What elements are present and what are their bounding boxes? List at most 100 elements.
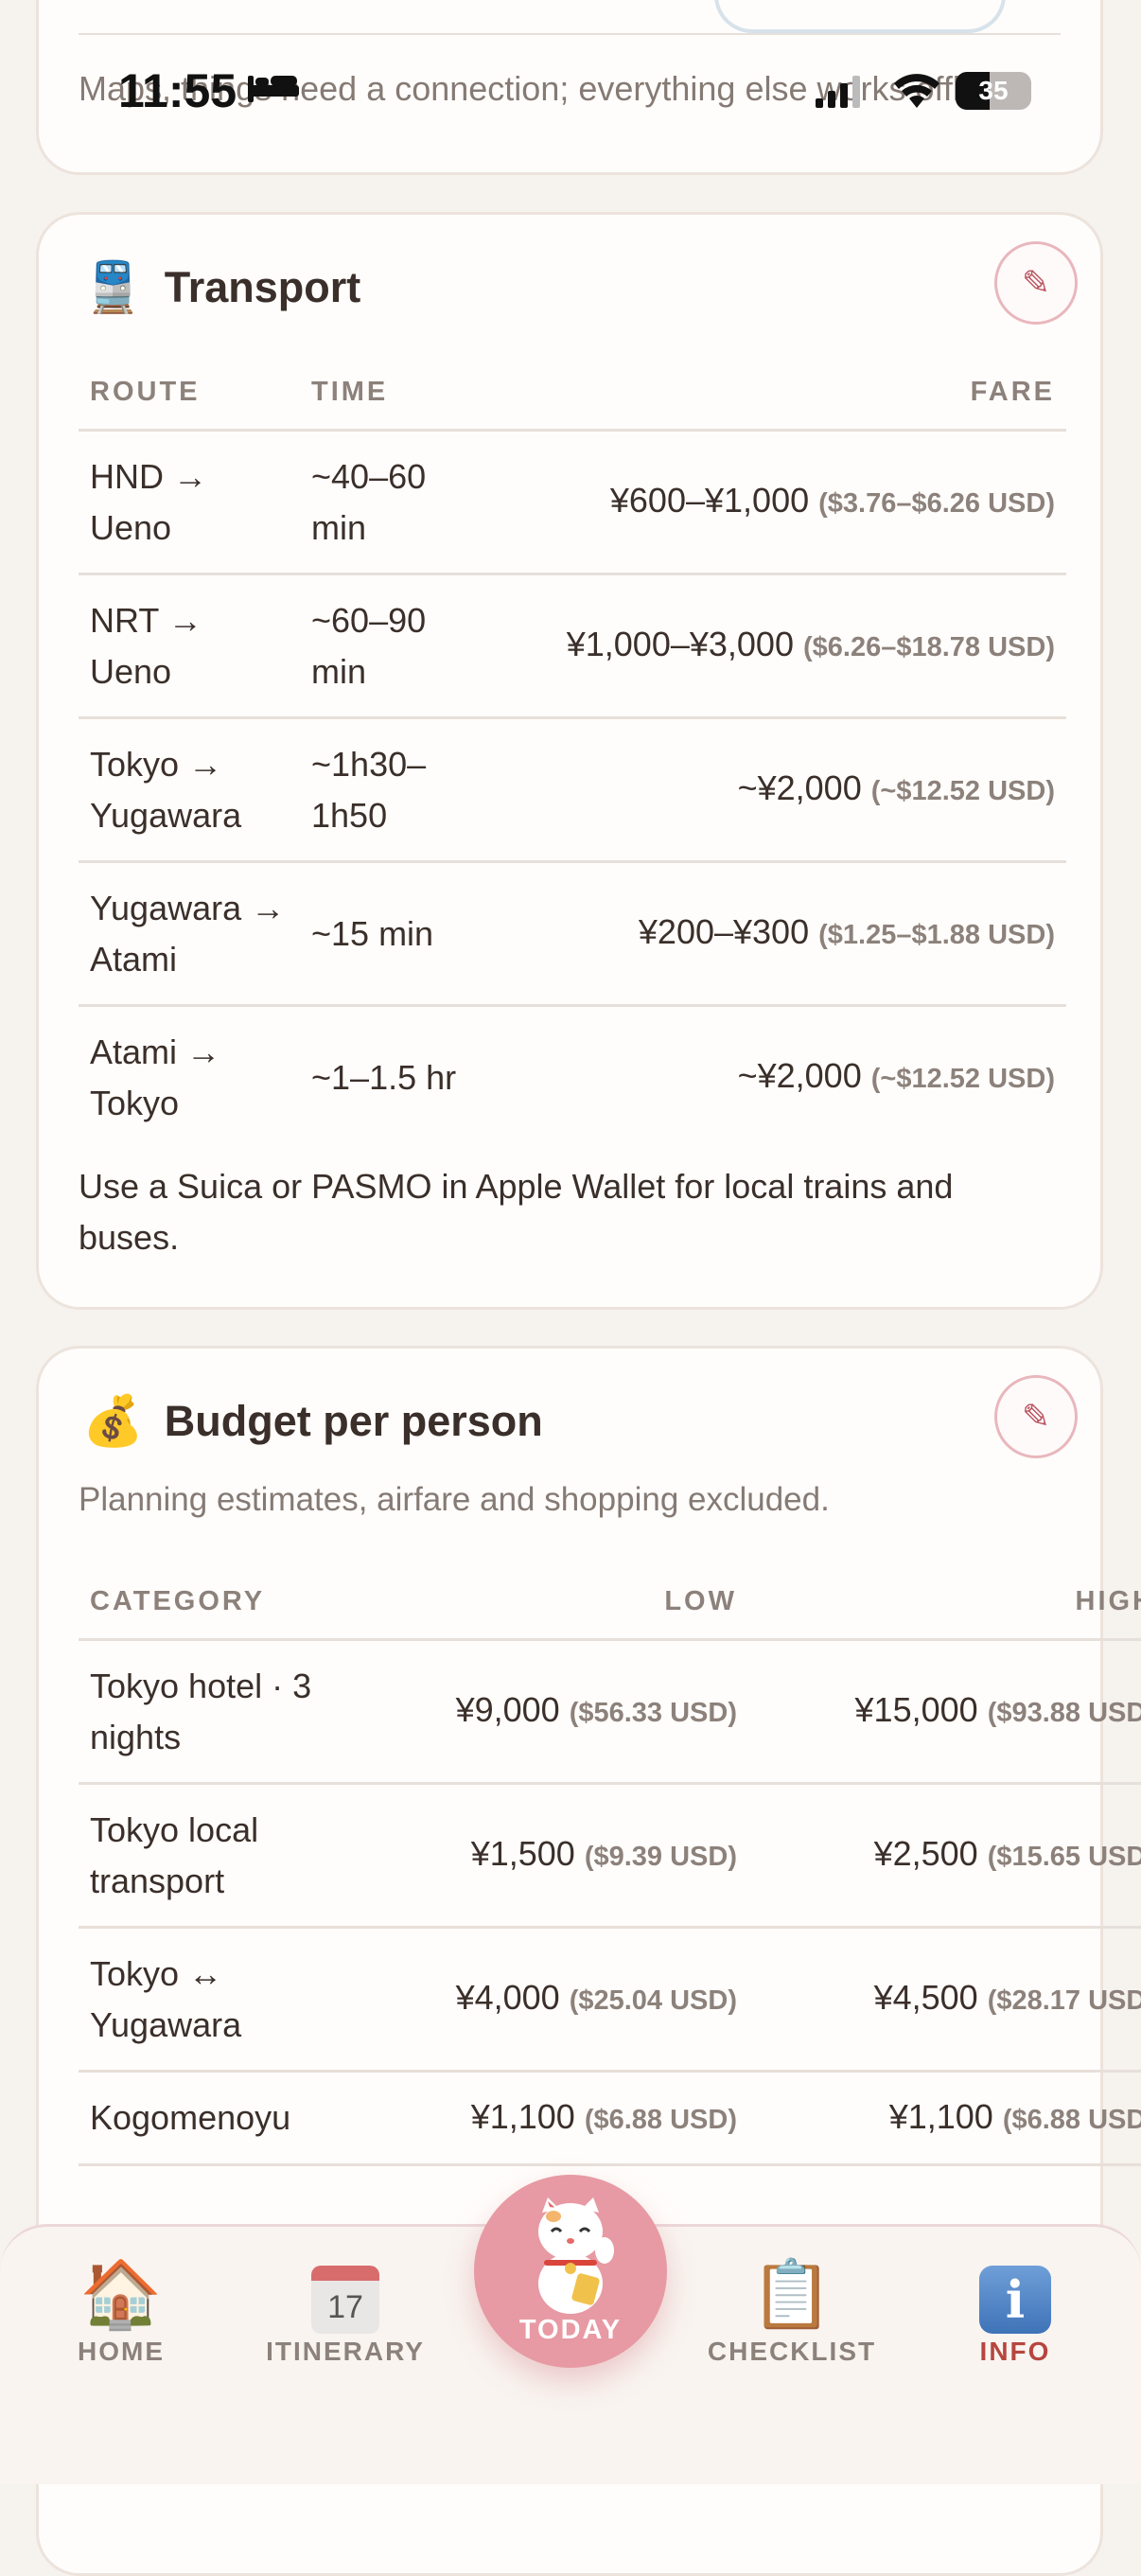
column-header-time: TIME bbox=[300, 355, 469, 432]
tab-label: HOME bbox=[78, 2337, 165, 2366]
fare-jpy: ¥600–¥1,000 bbox=[609, 481, 810, 520]
low-usd: ($6.88 USD) bbox=[584, 2104, 737, 2135]
high-usd: ($15.65 USD) bbox=[987, 1842, 1141, 1872]
fare-usd: (~$12.52 USD) bbox=[870, 776, 1055, 806]
tab-itinerary[interactable]: 17 ITINERARY bbox=[251, 2255, 440, 2367]
fare-cell: ¥1,000–¥3,000 ($6.26–$18.78 USD) bbox=[469, 573, 1066, 719]
card-header: 🚆 Transport bbox=[82, 258, 360, 316]
route-cell: Tokyo → Yugawara bbox=[79, 717, 300, 863]
tab-label: INFO bbox=[979, 2337, 1051, 2366]
tab-checklist[interactable]: 📋 CHECKLIST bbox=[697, 2255, 886, 2367]
column-header-category: CATEGORY bbox=[79, 1564, 357, 1641]
time-cell: ~1–1.5 hr bbox=[311, 1057, 457, 1097]
fare-usd: ($3.76–$6.26 USD) bbox=[818, 488, 1055, 519]
tab-label: CHECKLIST bbox=[707, 2337, 877, 2366]
high-cell: ¥4,500 ($28.17 USD) bbox=[748, 1927, 1141, 2073]
fare-cell: ~¥2,000 (~$12.52 USD) bbox=[469, 717, 1066, 863]
fare-cell: ~¥2,000 (~$12.52 USD) bbox=[469, 1006, 1066, 1149]
fare-jpy: ~¥2,000 bbox=[737, 768, 862, 807]
fare-jpy: ¥200–¥300 bbox=[638, 912, 810, 951]
fare-jpy: ~¥2,000 bbox=[737, 1056, 862, 1095]
calendar-icon: 17 bbox=[251, 2255, 440, 2334]
transport-table: ROUTE TIME FARE HND → Ueno ~40–60 min ¥6… bbox=[79, 355, 1066, 1148]
table-row: Tokyo local transport ¥1,500 ($9.39 USD)… bbox=[79, 1783, 1141, 1929]
high-jpy: ¥4,500 bbox=[873, 1978, 978, 2017]
offline-toggle-button[interactable] bbox=[714, 0, 1006, 33]
sleep-focus-icon bbox=[248, 76, 299, 102]
low-jpy: ¥1,500 bbox=[470, 1834, 575, 1873]
category-cell: Tokyo local transport bbox=[79, 1783, 357, 1929]
route-cell: HND → Ueno bbox=[79, 430, 300, 575]
table-row: Yugawara → Atami ~15 min ¥200–¥300 ($1.2… bbox=[79, 861, 1066, 1007]
cellular-signal-icon bbox=[816, 76, 860, 108]
edit-button[interactable]: ✎ bbox=[994, 241, 1078, 325]
tab-label: TODAY bbox=[518, 2315, 623, 2345]
fare-usd: (~$12.52 USD) bbox=[870, 1064, 1055, 1094]
high-cell: ¥2,500 ($15.65 USD) bbox=[748, 1783, 1141, 1929]
status-time: 11:55 bbox=[118, 64, 237, 117]
fare-usd: ($6.26–$18.78 USD) bbox=[803, 632, 1055, 662]
card-title: Transport bbox=[164, 262, 361, 311]
route-cell: Yugawara → Atami bbox=[79, 861, 300, 1007]
low-cell: ¥9,000 ($56.33 USD) bbox=[357, 1639, 748, 1785]
transport-note: Use a Suica or PASMO in Apple Wallet for… bbox=[79, 1167, 954, 1257]
battery-level: 35 bbox=[978, 76, 1009, 105]
low-jpy: ¥9,000 bbox=[455, 1690, 560, 1729]
column-header-high: HIGH bbox=[748, 1564, 1141, 1641]
high-cell: ¥15,000 ($93.88 USD) bbox=[748, 1639, 1141, 1785]
high-jpy: ¥2,500 bbox=[873, 1834, 978, 1873]
table-header-row: ROUTE TIME FARE bbox=[79, 355, 1066, 432]
table-row: Kogomenoyu ¥1,100 ($6.88 USD) ¥1,100 ($6… bbox=[79, 2071, 1141, 2166]
low-usd: ($56.33 USD) bbox=[569, 1698, 737, 1728]
edit-button[interactable]: ✎ bbox=[994, 1375, 1078, 1458]
info-icon: i bbox=[921, 2255, 1110, 2334]
category-cell: Tokyo hotel · 3 nights bbox=[79, 1639, 357, 1785]
clipboard-icon: 📋 bbox=[750, 2257, 834, 2331]
status-bar: 11:55 35 bbox=[0, 59, 1141, 125]
fare-cell: ¥600–¥1,000 ($3.76–$6.26 USD) bbox=[469, 430, 1066, 575]
low-cell: ¥4,000 ($25.04 USD) bbox=[357, 1927, 748, 2073]
wifi-icon bbox=[894, 74, 939, 108]
low-jpy: ¥4,000 bbox=[455, 1978, 560, 2017]
low-cell: ¥1,500 ($9.39 USD) bbox=[357, 1783, 748, 1929]
fare-jpy: ¥1,000–¥3,000 bbox=[566, 625, 794, 663]
battery-icon: 35 bbox=[956, 72, 1036, 110]
lucky-cat-icon bbox=[538, 2197, 614, 2314]
route-cell: NRT → Ueno bbox=[79, 573, 300, 719]
table-row: Tokyo hotel · 3 nights ¥9,000 ($56.33 US… bbox=[79, 1639, 1141, 1785]
table-row: NRT → Ueno ~60–90 min ¥1,000–¥3,000 ($6.… bbox=[79, 573, 1066, 719]
tab-info[interactable]: i INFO bbox=[921, 2255, 1110, 2367]
divider bbox=[79, 33, 1061, 35]
tab-home[interactable]: 🏠 HOME bbox=[26, 2255, 216, 2367]
column-header-fare: FARE bbox=[469, 355, 1066, 432]
low-jpy: ¥1,100 bbox=[470, 2096, 575, 2136]
tab-today[interactable]: TODAY bbox=[474, 2175, 667, 2368]
low-usd: ($25.04 USD) bbox=[569, 1985, 737, 2016]
transport-card: 🚆 Transport ✎ ROUTE TIME FARE HND → Ueno… bbox=[36, 212, 1103, 1310]
high-usd: ($28.17 USD) bbox=[987, 1985, 1141, 2016]
fare-usd: ($1.25–$1.88 USD) bbox=[818, 920, 1055, 950]
tab-label: ITINERARY bbox=[266, 2337, 425, 2366]
table-header-row: CATEGORY LOW HIGH bbox=[79, 1564, 1141, 1641]
category-cell: Kogomenoyu bbox=[79, 2071, 357, 2166]
card-title: Budget per person bbox=[164, 1396, 543, 1445]
table-row: Tokyo ↔ Yugawara ¥4,000 ($25.04 USD) ¥4,… bbox=[79, 1927, 1141, 2073]
budget-subtitle: Planning estimates, airfare and shopping… bbox=[79, 1481, 830, 1518]
card-header: 💰 Budget per person bbox=[82, 1392, 543, 1450]
category-cell: Tokyo ↔ Yugawara bbox=[79, 1927, 357, 2073]
high-usd: ($93.88 USD) bbox=[987, 1698, 1141, 1728]
high-jpy: ¥1,100 bbox=[888, 2096, 993, 2136]
high-usd: ($6.88 USD) bbox=[1002, 2104, 1141, 2135]
time-cell: ~60–90 min bbox=[300, 573, 469, 719]
table-row: Atami → Tokyo ~1–1.5 hr ~¥2,000 (~$12.52… bbox=[79, 1006, 1066, 1149]
house-icon: 🏠 bbox=[79, 2257, 163, 2331]
column-header-route: ROUTE bbox=[79, 355, 300, 432]
column-header-low: LOW bbox=[357, 1564, 748, 1641]
high-jpy: ¥15,000 bbox=[854, 1690, 978, 1729]
low-usd: ($9.39 USD) bbox=[584, 1842, 737, 1872]
time-cell: ~40–60 min bbox=[300, 430, 469, 575]
table-row: Tokyo → Yugawara ~1h30–1h50 ~¥2,000 (~$1… bbox=[79, 717, 1066, 863]
fare-cell: ¥200–¥300 ($1.25–$1.88 USD) bbox=[469, 861, 1066, 1007]
low-cell: ¥1,100 ($6.88 USD) bbox=[357, 2071, 748, 2166]
route-cell: Atami → Tokyo bbox=[90, 1032, 221, 1122]
